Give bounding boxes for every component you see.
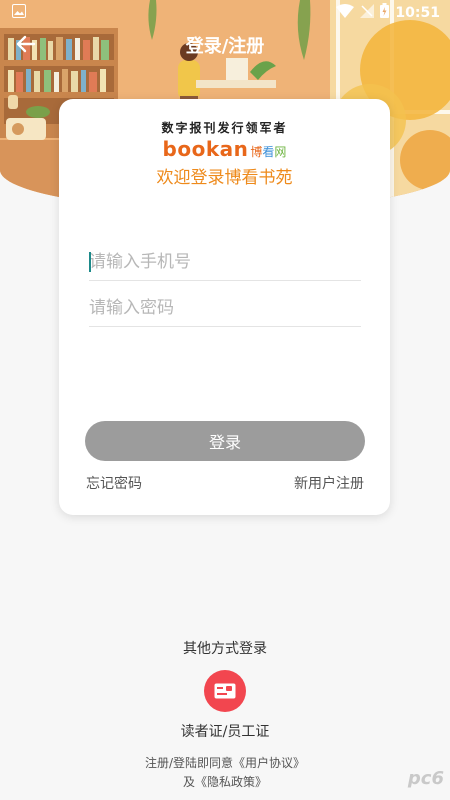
privacy-policy-link[interactable]: 《隐私政策》 — [195, 775, 267, 789]
bookan-logo: 数字报刊发行领军者 bookan 博看网 — [59, 119, 390, 161]
watermark-logo: pc6 — [407, 768, 444, 789]
login-button[interactable]: 登录 — [85, 421, 365, 461]
reader-card-login-button[interactable] — [204, 670, 246, 712]
welcome-text: 欢迎登录博看书苑 — [156, 168, 293, 188]
logo-slogan: 数字报刊发行领军者 — [161, 121, 288, 135]
login-card: 数字报刊发行领军者 bookan 博看网 欢迎登录博看书苑 登录 忘记密码 新用… — [59, 99, 390, 515]
other-login-title: 其他方式登录 — [183, 641, 267, 657]
app-bar: 登录/注册 — [0, 24, 450, 64]
logo-brand-cn: 博看网 — [250, 145, 287, 159]
agreement-and: 及 — [182, 775, 195, 789]
wifi-icon — [336, 3, 355, 22]
status-time: 10:51 — [395, 4, 440, 21]
password-field — [89, 291, 361, 327]
battery-charging-icon — [380, 3, 390, 22]
reader-card-login-label: 读者证/员工证 — [180, 724, 270, 740]
agreement-text: 注册/登陆即同意《用户协议》 及《隐私政策》 — [0, 754, 450, 792]
register-link[interactable]: 新用户注册 — [294, 473, 364, 493]
page-title: 登录/注册 — [185, 36, 265, 57]
agreement-prefix: 注册/登陆即同意 — [144, 756, 234, 770]
password-input[interactable] — [89, 291, 361, 325]
text-caret — [89, 252, 91, 272]
image-icon — [12, 4, 26, 22]
id-card-icon — [214, 683, 236, 699]
forgot-password-link[interactable]: 忘记密码 — [86, 473, 142, 493]
status-bar: 10:51 — [0, 0, 450, 24]
logo-brand-word: bookan — [162, 137, 249, 161]
signal-icon — [360, 3, 375, 22]
user-agreement-link[interactable]: 《用户协议》 — [233, 756, 305, 770]
phone-input[interactable] — [89, 245, 361, 279]
phone-field — [89, 245, 361, 281]
